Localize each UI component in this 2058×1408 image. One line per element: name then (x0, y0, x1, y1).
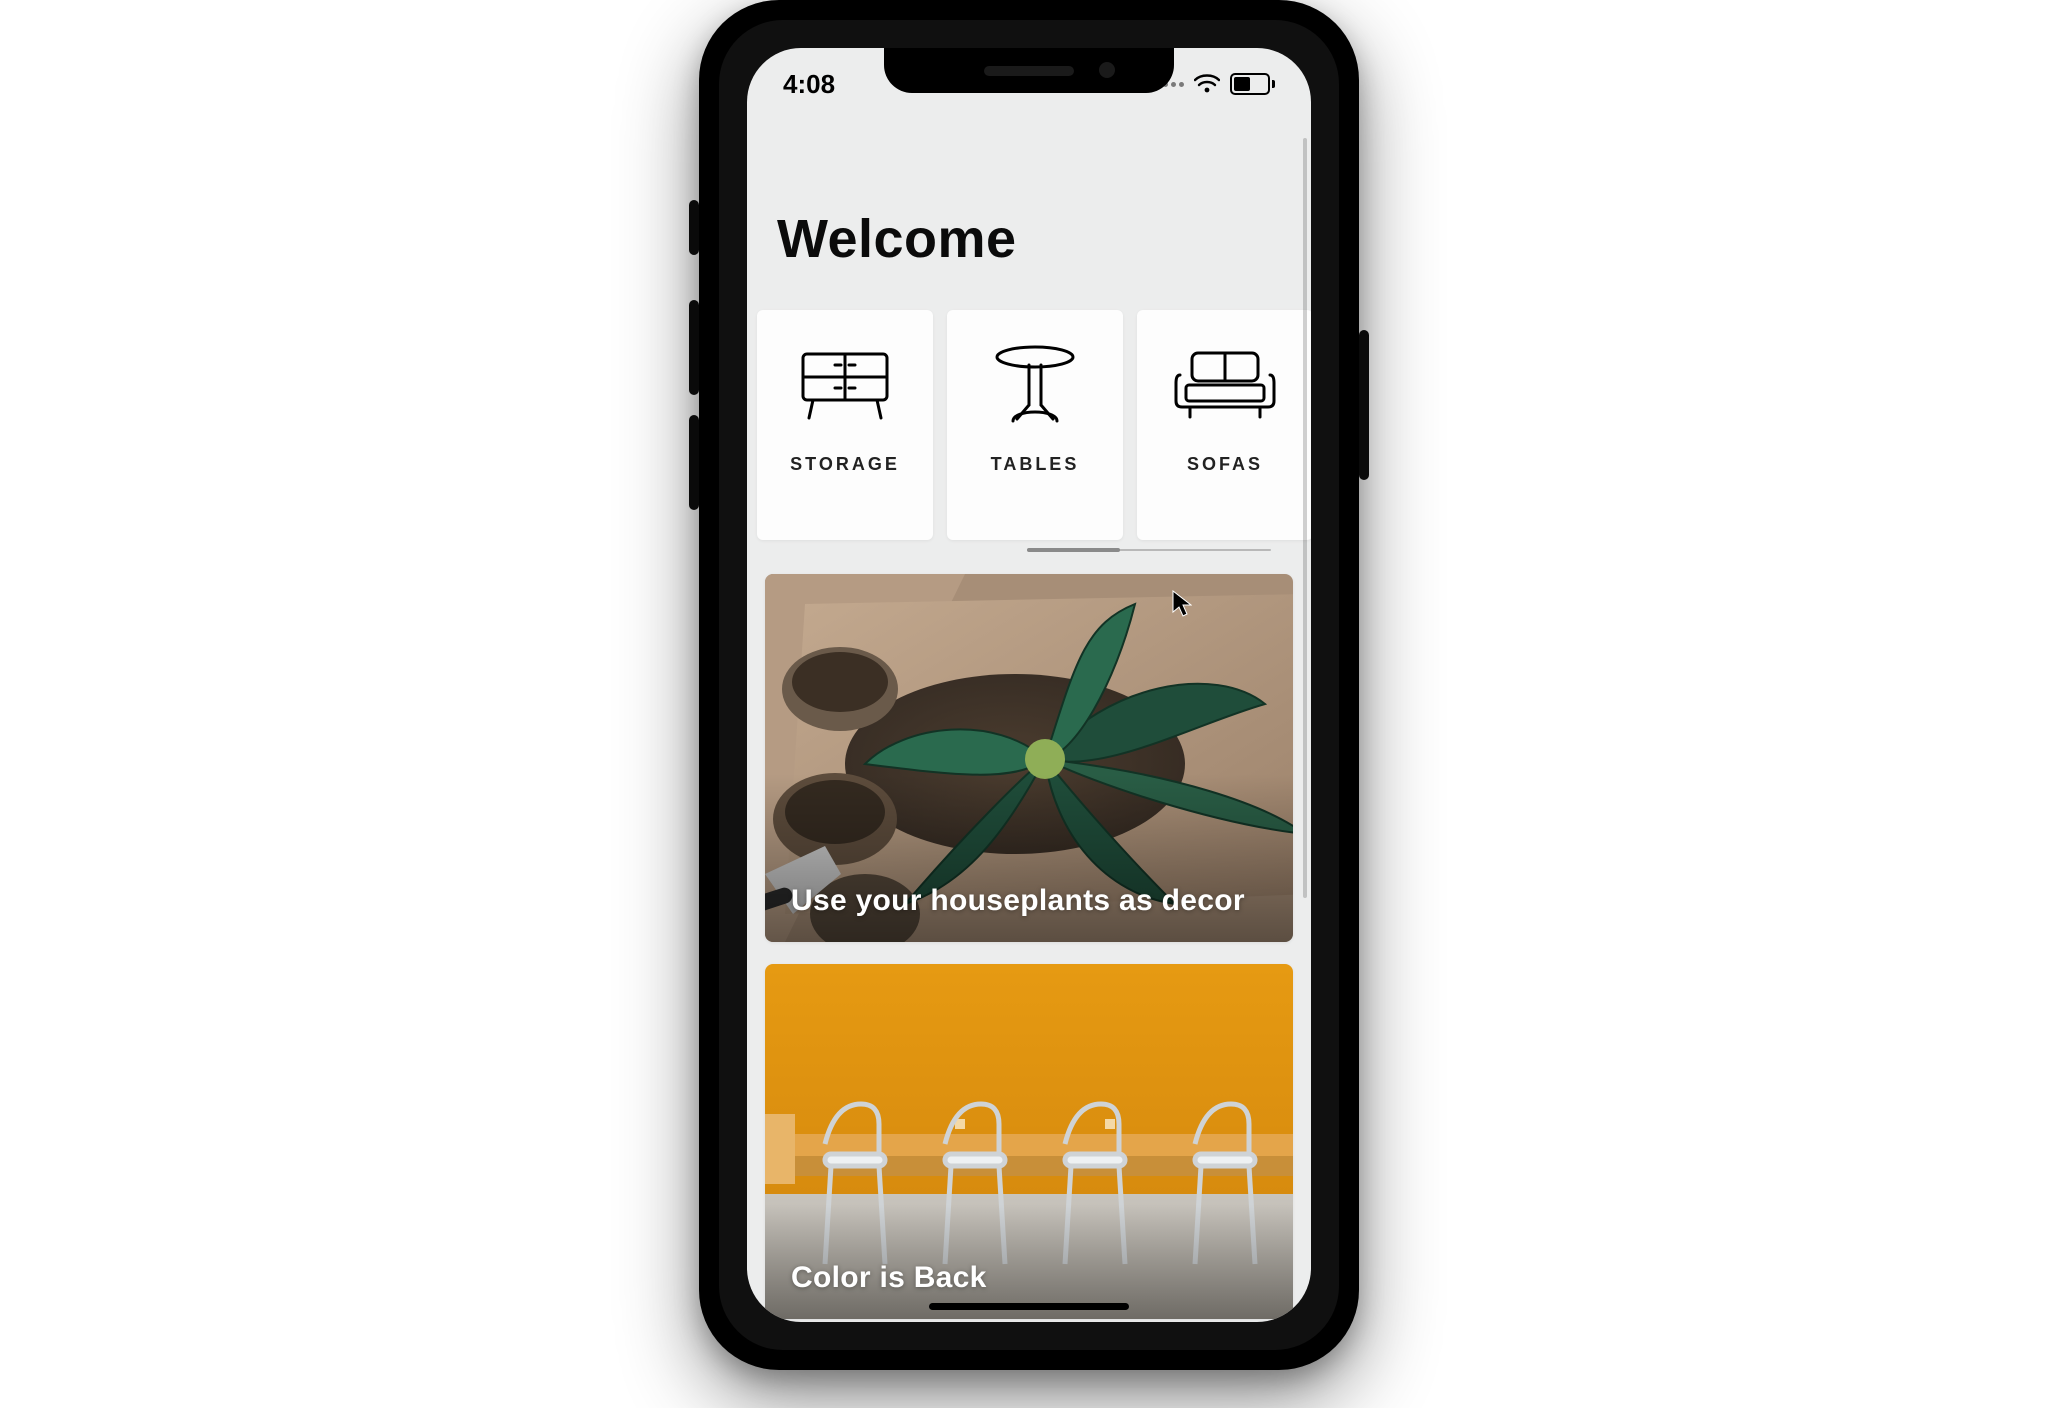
category-scroller[interactable]: STORAGE (747, 310, 1311, 540)
category-label: STORAGE (790, 454, 900, 475)
battery-icon (1230, 73, 1275, 95)
article-card-color-back[interactable]: Color is Back (765, 964, 1293, 1319)
category-card-tables[interactable]: TABLES (947, 310, 1123, 540)
wifi-icon (1194, 74, 1220, 94)
mouse-cursor-icon (1172, 590, 1192, 618)
notch (884, 48, 1174, 93)
article-card-houseplants[interactable]: Use your houseplants as decor (765, 574, 1293, 942)
vertical-scroll-indicator[interactable] (1303, 138, 1307, 898)
power-button (1359, 330, 1369, 480)
status-time: 4:08 (783, 69, 835, 100)
category-label: SOFAS (1187, 454, 1263, 475)
category-label: TABLES (991, 454, 1080, 475)
article-title: Color is Back (791, 1261, 987, 1295)
storage-icon (790, 340, 900, 432)
volume-up-button (689, 300, 699, 395)
phone-screen: 4:08 (747, 48, 1311, 1322)
home-indicator[interactable] (929, 1303, 1129, 1310)
mute-switch (689, 200, 699, 255)
page-title: Welcome (777, 208, 1281, 270)
article-title: Use your houseplants as decor (791, 884, 1245, 918)
volume-down-button (689, 415, 699, 510)
horizontal-scroll-indicator[interactable] (1027, 548, 1271, 552)
category-card-sofas[interactable]: SOFAS (1137, 310, 1311, 540)
phone-device-frame: 4:08 (699, 0, 1359, 1370)
category-card-storage[interactable]: STORAGE (757, 310, 933, 540)
app-content[interactable]: Welcome (747, 48, 1311, 1322)
article-feed[interactable]: Use your houseplants as decor (747, 540, 1311, 1322)
sofa-icon (1170, 340, 1280, 432)
table-icon (980, 340, 1090, 432)
